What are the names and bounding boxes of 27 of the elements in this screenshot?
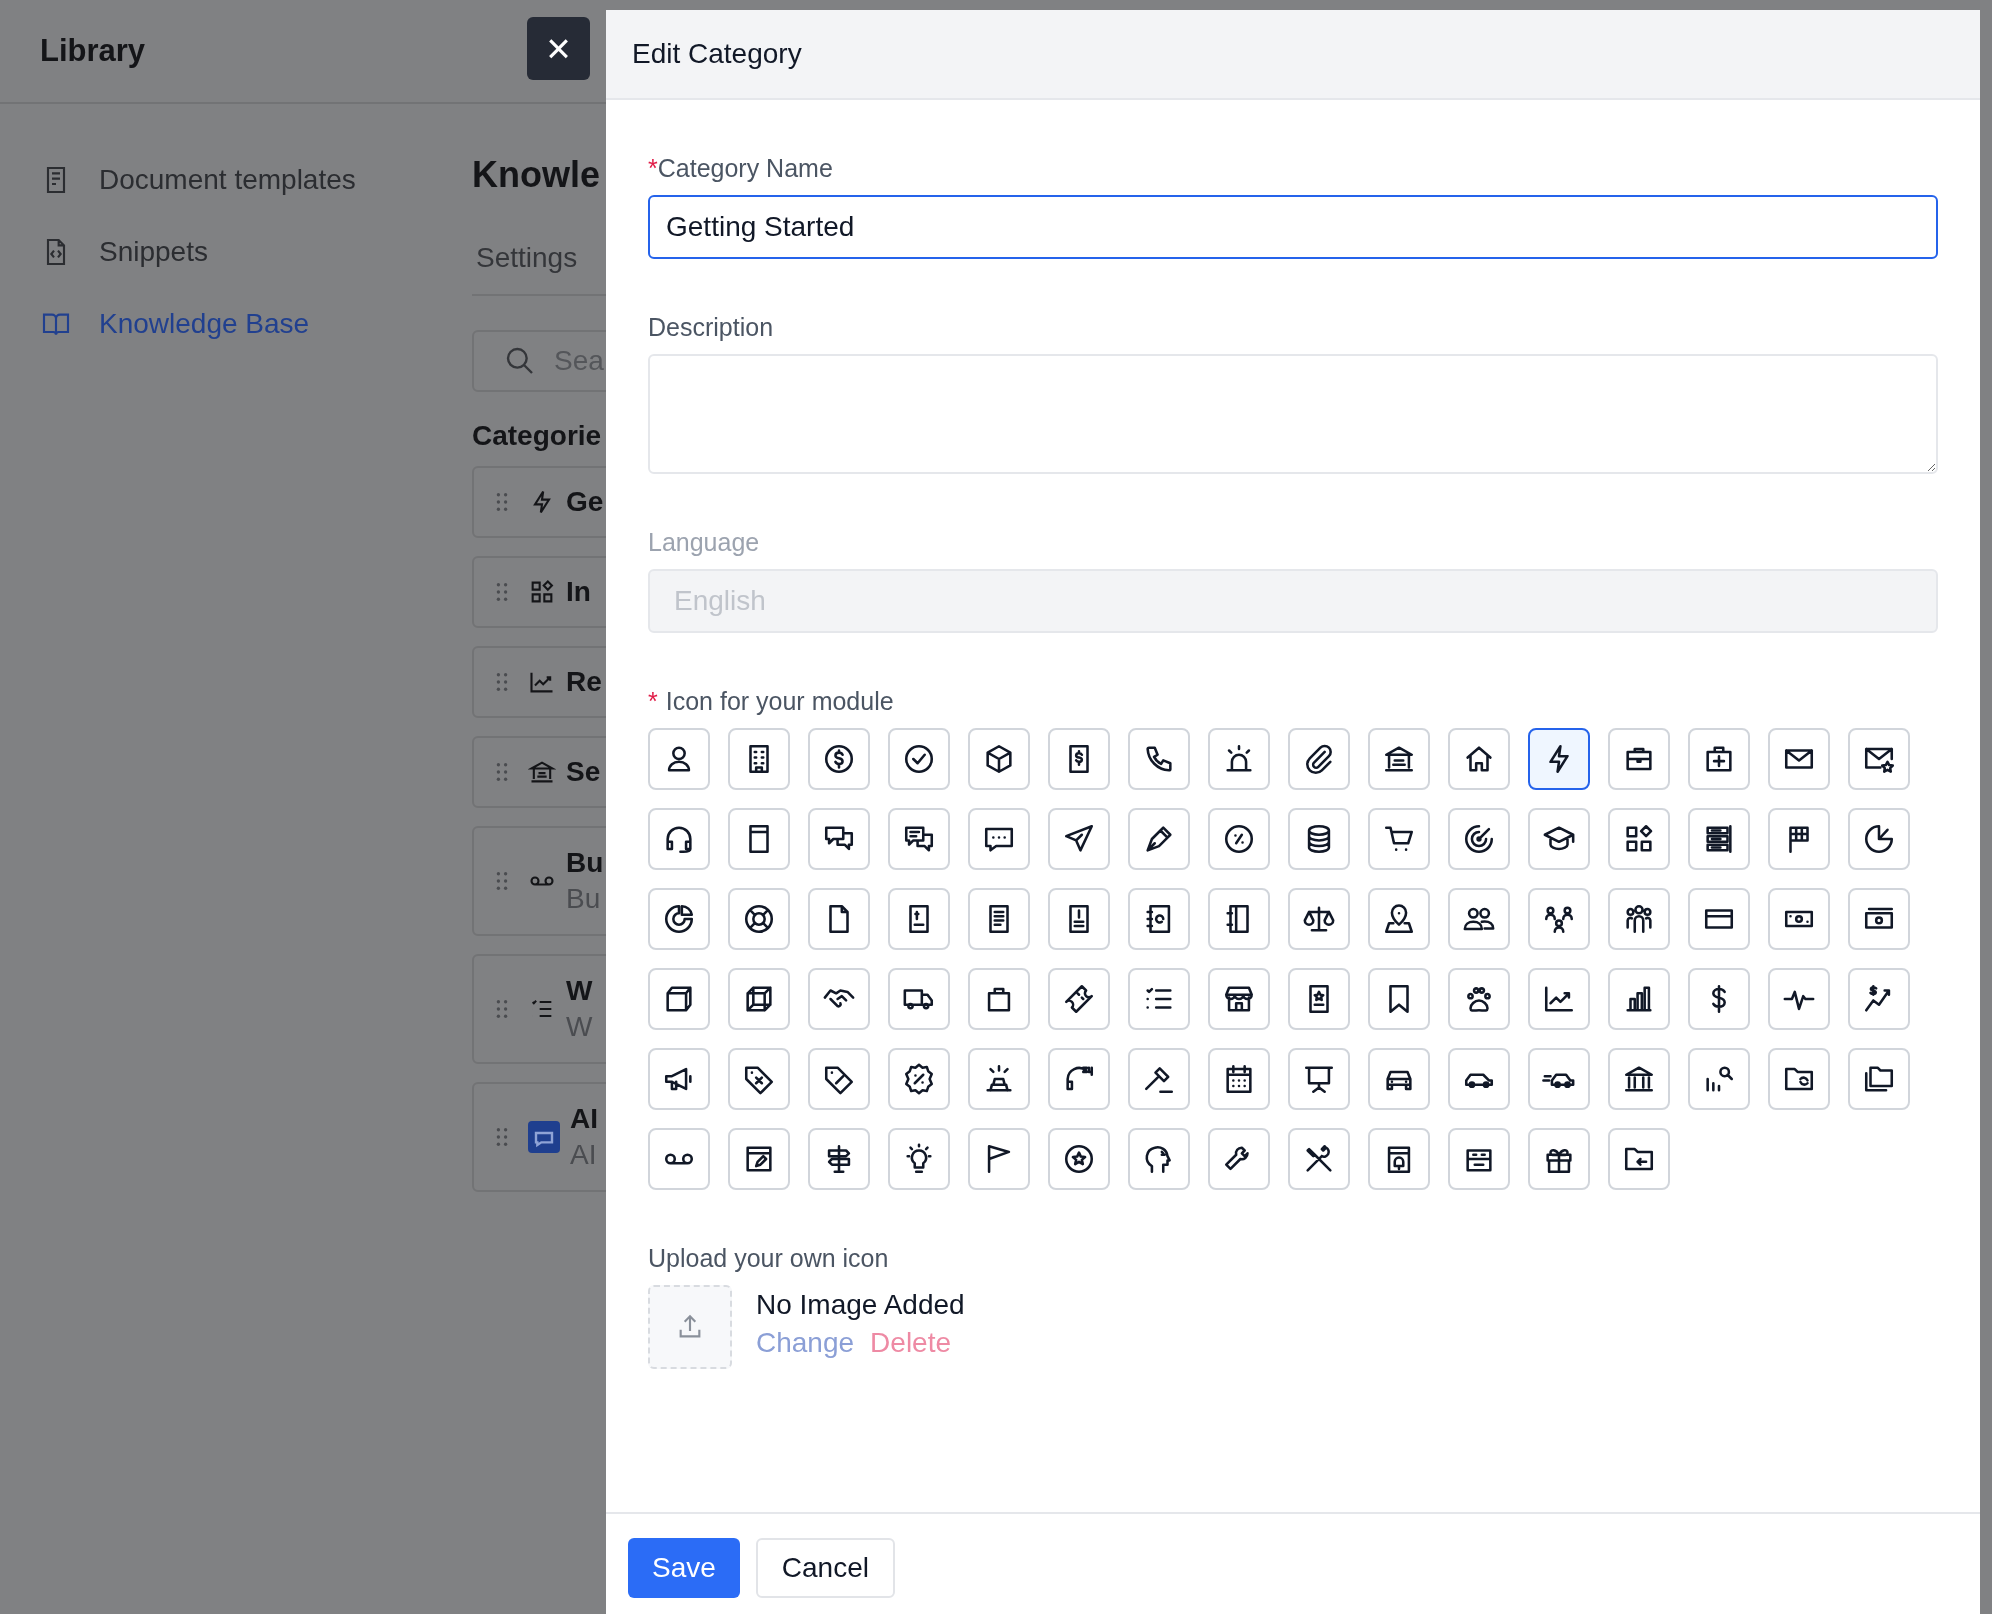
- page-heading: Knowle: [472, 154, 601, 197]
- page-title: Library: [40, 33, 146, 69]
- change-link[interactable]: Change: [756, 1327, 855, 1359]
- sidebar-item[interactable]: Knowledge Base: [40, 304, 472, 344]
- sidebar-item[interactable]: Snippets: [40, 232, 472, 272]
- field-label: Upload your own icon: [648, 1244, 889, 1273]
- category-title: W: [566, 975, 593, 1007]
- save-button[interactable]: Save: [628, 1538, 740, 1598]
- category-title: Ge: [566, 486, 604, 518]
- category-title: In: [566, 576, 591, 608]
- delete-link[interactable]: Delete: [870, 1327, 952, 1359]
- category-title: Re: [566, 666, 602, 698]
- category-title: Se: [566, 756, 601, 788]
- category-title: AI: [570, 1103, 598, 1135]
- close-button[interactable]: ×: [527, 17, 590, 80]
- field-label: * Icon for your module: [648, 687, 894, 716]
- cancel-button[interactable]: Cancel: [755, 1538, 895, 1598]
- field-label: Language: [648, 528, 760, 557]
- section-title: Categorie: [472, 420, 603, 452]
- drawer-title: Edit Category: [632, 38, 802, 70]
- category-name-input[interactable]: Getting Started: [648, 195, 1938, 259]
- field-label: Description: [648, 313, 774, 342]
- category-title: Bu: [566, 847, 604, 879]
- field-label: *Category Name: [648, 154, 833, 183]
- settings-tab[interactable]: Settings: [476, 242, 578, 273]
- sidebar-item[interactable]: Document templates: [40, 160, 472, 200]
- upload-status: No Image Added: [756, 1289, 965, 1321]
